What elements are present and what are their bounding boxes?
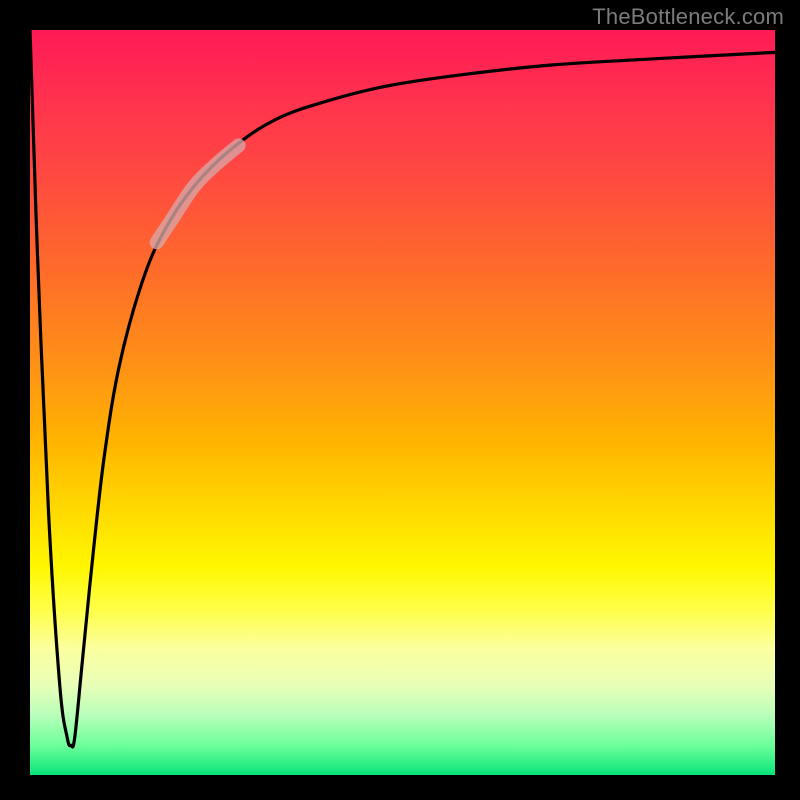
chart-svg [30,30,775,775]
bottleneck-curve [30,30,775,747]
watermark-text: TheBottleneck.com [592,4,784,30]
highlight-segment [157,145,239,242]
chart-frame: TheBottleneck.com [0,0,800,800]
